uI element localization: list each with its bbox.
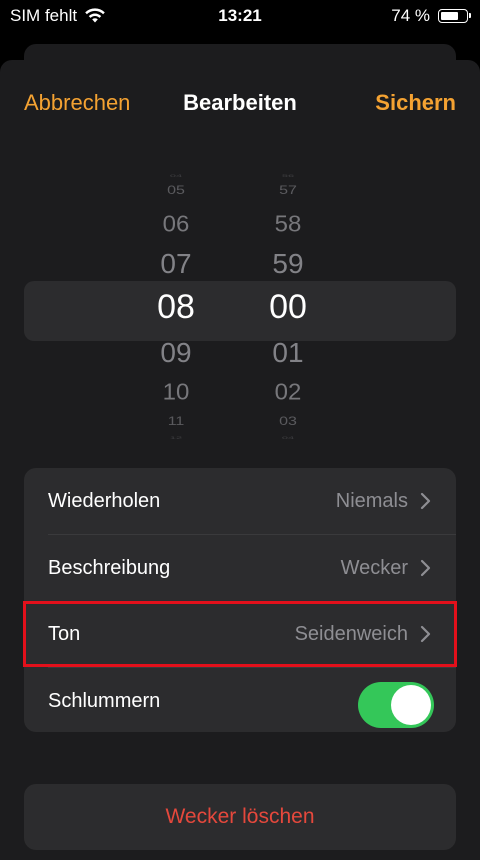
toggle-knob [391,685,431,725]
snooze-row: Schlummern [24,668,456,734]
delete-alarm-label: Wecker löschen [165,805,315,828]
description-row[interactable]: Beschreibung Wecker [24,535,456,601]
description-label: Beschreibung [48,556,171,579]
minute-option[interactable]: 04 [248,436,328,440]
hour-option[interactable]: 05 [136,184,216,198]
delete-alarm-button[interactable]: Wecker löschen [24,784,456,850]
minute-option[interactable]: 57 [248,184,328,198]
hour-option[interactable]: 04 [136,174,216,178]
sound-row-highlight [23,601,457,667]
hour-option[interactable]: 11 [136,415,216,429]
minute-option[interactable]: 02 [248,380,328,407]
save-button[interactable]: Sichern [375,90,456,116]
hour-option[interactable]: 08 [136,288,216,327]
hour-option[interactable]: 06 [136,212,216,239]
alarm-settings-group: Wiederholen Niemals Beschreibung Wecker … [23,468,457,734]
repeat-label: Wiederholen [48,489,161,512]
hour-option[interactable]: 12 [136,436,216,440]
minute-option[interactable]: 56 [248,174,328,178]
battery-percent: 74 % [391,6,430,25]
minute-option[interactable]: 58 [248,212,328,239]
repeat-row[interactable]: Wiederholen Niemals [24,468,456,534]
hour-wheel[interactable]: 04 05 06 07 08 09 10 11 12 [136,170,216,440]
edit-alarm-sheet: Abbrechen Bearbeiten Sichern 04 05 06 07 08 0… [0,60,480,860]
snooze-toggle[interactable] [358,682,434,728]
time-picker[interactable]: 04 05 06 07 08 09 10 11 12 56 57 58 59 00 01 02 03 04 [0,170,480,440]
battery-icon [438,9,471,23]
minute-option[interactable]: 01 [248,337,328,369]
battery-area: 74 % [391,6,471,26]
minute-wheel[interactable]: 56 57 58 59 00 01 02 03 04 [248,170,328,440]
status-bar: SIM fehlt 13:21 74 % [0,0,480,34]
snooze-label: Schlummern [48,689,161,712]
navigation-bar: Abbrechen Bearbeiten Sichern [0,60,480,146]
minute-option[interactable]: 03 [248,415,328,429]
description-value: Wecker [340,556,408,579]
chevron-right-icon [420,492,431,510]
repeat-value: Niemals [335,489,408,512]
minute-option[interactable]: 59 [248,248,328,280]
chevron-right-icon [420,559,431,577]
hour-option[interactable]: 10 [136,380,216,407]
minute-option[interactable]: 00 [248,288,328,327]
hour-option[interactable]: 07 [136,248,216,280]
picker-selection-band [24,281,456,341]
hour-option[interactable]: 09 [136,337,216,369]
